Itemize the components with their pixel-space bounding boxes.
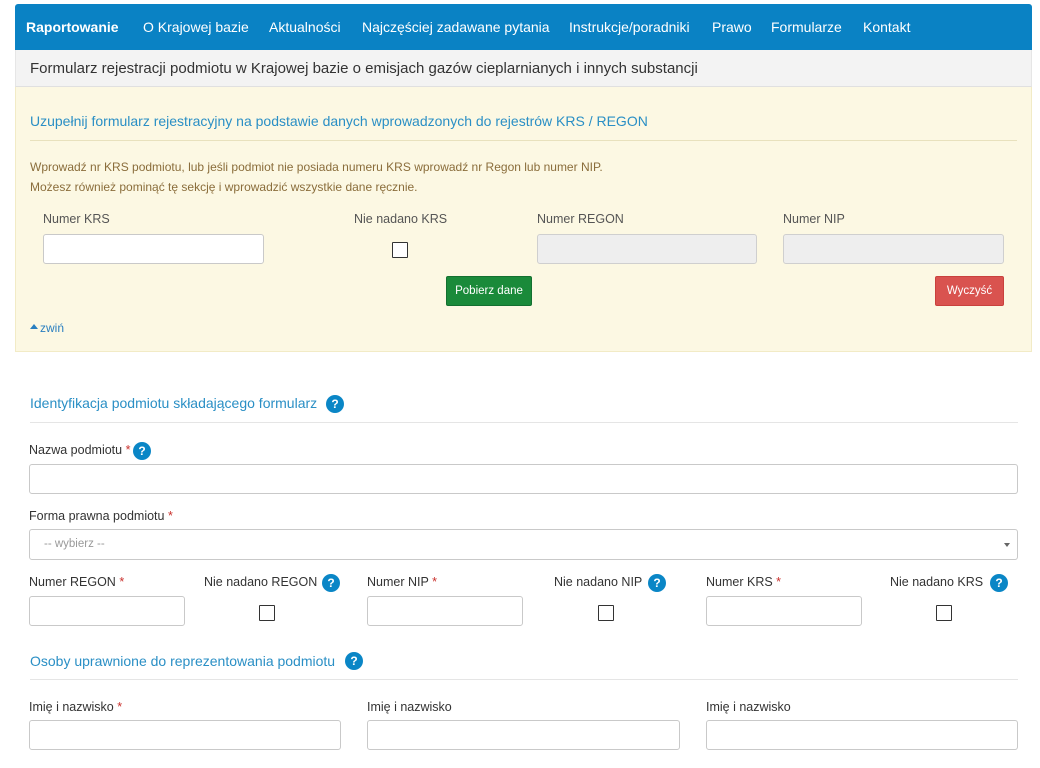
legal-form-select[interactable]: -- wybierz -- (29, 529, 1018, 560)
lookup-regon-input[interactable] (537, 234, 757, 264)
person-3-label: Imię i nazwisko (706, 700, 791, 714)
entity-name-help-icon[interactable]: ? (133, 442, 151, 460)
person-2-label: Imię i nazwisko (367, 700, 452, 714)
nip-label: Numer NIP * (367, 575, 437, 589)
lookup-hint-1: Wprowadź nr KRS podmiotu, lub jeśli podm… (30, 160, 603, 174)
no-krs-help-icon[interactable]: ? (990, 574, 1008, 592)
no-nip-label: Nie nadano NIP (554, 575, 643, 589)
lookup-divider (30, 140, 1017, 141)
entity-name-label: Nazwa podmiotu * (29, 443, 131, 457)
no-krs-checkbox[interactable] (936, 605, 952, 621)
page-title: Formularz rejestracji podmiotu w Krajowe… (30, 60, 698, 77)
person-2-input[interactable] (367, 720, 680, 750)
identification-heading: Identyfikacja podmiotu składającego form… (30, 395, 318, 411)
nav-item-faq[interactable]: Najczęściej zadawane pytania (362, 4, 550, 50)
entity-name-input[interactable] (29, 464, 1018, 494)
lookup-krs-input[interactable] (43, 234, 264, 264)
krs-input[interactable] (706, 596, 862, 626)
nav-item-formularze[interactable]: Formularze (771, 4, 842, 50)
krs-label: Numer KRS * (706, 575, 782, 589)
nip-input[interactable] (367, 596, 523, 626)
lookup-nip-input[interactable] (783, 234, 1004, 264)
top-navbar: Raportowanie O Krajowej bazie Aktualnośc… (15, 4, 1032, 50)
legal-form-label: Forma prawna podmiotu * (29, 509, 173, 523)
lookup-krs-label: Numer KRS (43, 212, 110, 226)
nav-item-o-krajowej-bazie[interactable]: O Krajowej bazie (143, 4, 249, 50)
nav-item-instrukcje[interactable]: Instrukcje/poradniki (569, 4, 690, 50)
nav-item-prawo[interactable]: Prawo (712, 4, 752, 50)
person-3-input[interactable] (706, 720, 1018, 750)
nav-item-kontakt[interactable]: Kontakt (863, 4, 910, 50)
fetch-data-button[interactable]: Pobierz dane (446, 276, 532, 306)
person-1-label: Imię i nazwisko * (29, 700, 123, 714)
page-title-bar: Formularz rejestracji podmiotu w Krajowe… (15, 50, 1032, 87)
nav-item-aktualnosci[interactable]: Aktualności (269, 4, 341, 50)
legal-form-select-value: -- wybierz -- (44, 538, 105, 550)
regon-input[interactable] (29, 596, 185, 626)
no-nip-help-icon[interactable]: ? (648, 574, 666, 592)
representatives-heading: Osoby uprawnione do reprezentowania podm… (30, 653, 336, 669)
lookup-no-krs-label: Nie nadano KRS (354, 212, 448, 226)
caret-down-icon (1004, 543, 1010, 547)
no-nip-checkbox[interactable] (598, 605, 614, 621)
representatives-help-icon[interactable]: ? (345, 652, 363, 670)
regon-label: Numer REGON * (29, 575, 125, 589)
lookup-regon-label: Numer REGON (537, 212, 624, 226)
no-regon-help-icon[interactable]: ? (322, 574, 340, 592)
identification-divider (30, 422, 1018, 423)
no-regon-checkbox[interactable] (259, 605, 275, 621)
person-1-input[interactable] (29, 720, 341, 750)
nav-item-raportowanie[interactable]: Raportowanie (26, 4, 119, 50)
lookup-nip-label: Numer NIP (783, 212, 845, 226)
no-krs-label: Nie nadano KRS (890, 575, 984, 589)
collapse-link[interactable]: zwiń (30, 321, 64, 335)
representatives-divider (30, 679, 1018, 680)
collapse-link-label: zwiń (40, 321, 65, 335)
chevron-up-icon (30, 324, 38, 330)
lookup-hint-2: Możesz również pominąć tę sekcję i wprow… (30, 180, 418, 194)
lookup-heading: Uzupełnij formularz rejestracyjny na pod… (30, 113, 648, 129)
no-regon-label: Nie nadano REGON (204, 575, 318, 589)
identification-help-icon[interactable]: ? (326, 395, 344, 413)
clear-button[interactable]: Wyczyść (935, 276, 1004, 306)
lookup-no-krs-checkbox[interactable] (392, 242, 408, 258)
